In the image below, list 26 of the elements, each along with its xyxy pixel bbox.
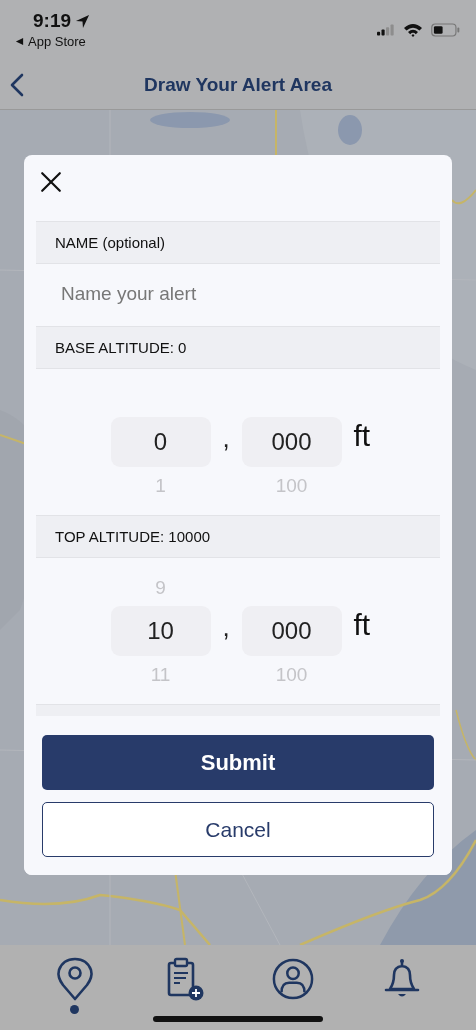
cancel-button[interactable]: Cancel: [42, 802, 434, 857]
back-icon[interactable]: [10, 73, 24, 97]
unit-label: ft: [353, 419, 372, 453]
screen-title: Draw Your Alert Area: [144, 73, 332, 96]
signal-icon: [377, 24, 395, 36]
section-header: BASE ALTITUDE: 0: [36, 326, 440, 369]
battery-icon: [431, 23, 460, 37]
location-arrow-icon: [75, 13, 91, 29]
close-button[interactable]: [40, 171, 62, 193]
section-header: TOP ALTITUDE: 10000: [36, 515, 440, 558]
thousands-picker[interactable]: 0: [110, 417, 211, 467]
status-time: 9:19: [33, 10, 72, 32]
thousands-picker[interactable]: 10: [110, 606, 211, 656]
separator: ,: [221, 423, 231, 454]
back-to-app-link[interactable]: App Store: [28, 34, 86, 49]
back-triangle-icon[interactable]: [15, 37, 24, 46]
hundreds-picker[interactable]: 000: [241, 606, 342, 656]
submit-button[interactable]: Submit: [42, 735, 434, 790]
close-icon: [40, 171, 62, 193]
unit-label: ft: [353, 608, 372, 642]
wifi-icon: [403, 23, 423, 37]
name-input-field[interactable]: Name your alert: [36, 264, 440, 324]
hundreds-picker[interactable]: 000: [241, 417, 342, 467]
profile-icon: [271, 957, 314, 1001]
section-header: NAME (optional): [36, 221, 440, 264]
separator: ,: [221, 612, 231, 643]
